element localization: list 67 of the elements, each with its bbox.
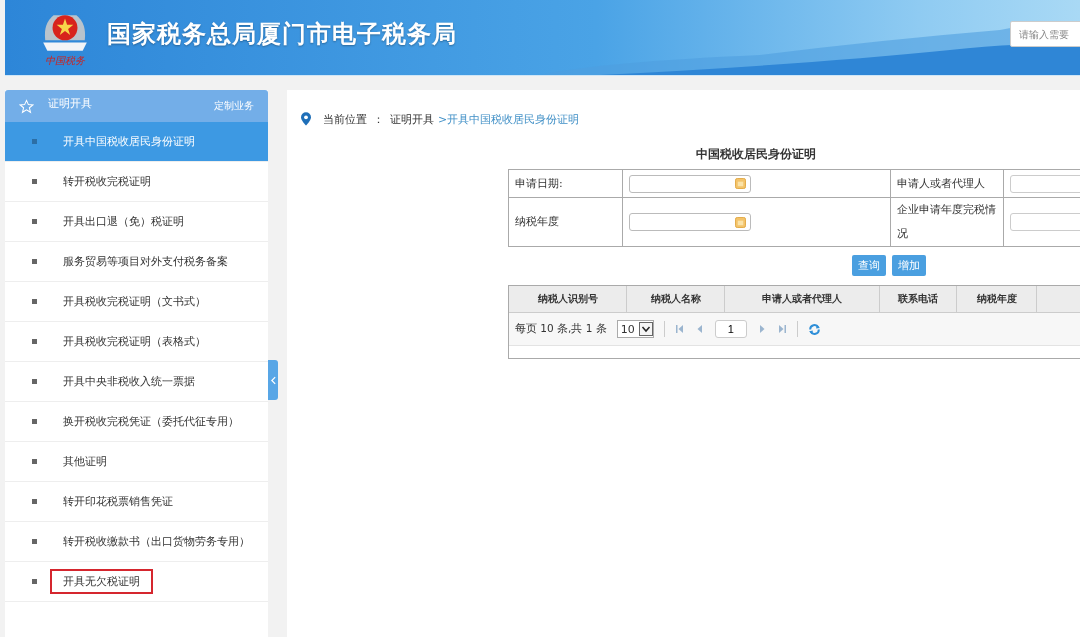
column-header: 纳税年度 <box>957 286 1037 312</box>
date-field[interactable] <box>629 213 751 231</box>
bullet-icon <box>32 459 37 464</box>
item-label: 开具税收完税证明（表格式） <box>62 334 207 350</box>
sidebar-item[interactable]: 开具税收完税证明（表格式） <box>5 322 268 362</box>
page-number-field[interactable]: 1 <box>714 320 747 338</box>
breadcrumb-link[interactable]: 证明开具 <box>390 111 434 127</box>
collapse-handle[interactable] <box>268 360 278 400</box>
bullet-icon <box>32 419 37 424</box>
bullet-icon <box>32 379 37 384</box>
sidebar-item[interactable]: 转开税收缴款书（出口货物劳务专用） <box>5 522 268 562</box>
logo-caption: 中国税务 <box>45 54 85 67</box>
calendar-icon <box>735 178 746 189</box>
bullet-icon <box>32 499 37 504</box>
bullet-icon <box>32 219 37 224</box>
item-label: 开具出口退（免）税证明 <box>62 214 185 230</box>
site-title: 国家税务总局厦门市电子税务局 <box>107 18 458 50</box>
bullet-icon <box>32 539 37 544</box>
sidebar-item[interactable]: 转开印花税票销售凭证 <box>5 482 268 522</box>
item-label: 转开税收完税证明 <box>62 174 152 190</box>
dropdown-icon <box>638 322 653 336</box>
field-label: 企业申请年度完税情况 <box>891 198 1004 247</box>
field-label: 申请人或者代理人 <box>891 170 1004 198</box>
bullet-icon <box>32 579 37 584</box>
breadcrumb-label: 当前位置 <box>323 111 367 127</box>
sidebar-item[interactable]: 换开税收完税凭证（委托代征专用） <box>5 402 268 442</box>
field-label: 纳税年度 <box>509 198 623 247</box>
sidebar-item[interactable]: 开具出口退（免）税证明 <box>5 202 268 242</box>
item-label: 开具中央非税收入统一票据 <box>62 374 196 390</box>
sidebar-item[interactable]: 服务贸易等项目对外支付税务备案 <box>5 242 268 282</box>
page-summary: 每页 10 条,共 1 条 <box>515 322 607 336</box>
page-size-select[interactable]: 10 <box>616 320 654 338</box>
column-header: 申请人或者代理人 <box>725 286 880 312</box>
breadcrumb-current: >开具中国税收居民身份证明 <box>438 111 580 127</box>
bullet-icon <box>32 139 37 144</box>
sidebar-item[interactable]: 开具无欠税证明 <box>5 562 268 602</box>
breadcrumb-separator: ： <box>373 111 384 127</box>
item-label: 换开税收完税凭证（委托代征专用） <box>62 414 240 430</box>
item-label: 转开税收缴款书（出口货物劳务专用） <box>62 534 251 550</box>
search-field[interactable]: 请输入需要 <box>1010 21 1080 47</box>
location-pin-icon <box>301 112 311 126</box>
item-label: 开具税收完税证明（文书式） <box>62 294 207 310</box>
column-header: 纳税人识别号 <box>509 286 627 312</box>
bullet-icon <box>32 259 37 264</box>
sidebar-item[interactable]: 其他证明 <box>5 442 268 482</box>
field-label: 申请日期: <box>509 170 623 198</box>
sidebar-title: 证明开具 <box>48 95 93 111</box>
calendar-icon <box>735 216 746 228</box>
item-label: 服务贸易等项目对外支付税务备案 <box>62 254 229 270</box>
chevron-left-icon <box>270 375 276 385</box>
item-label: 开具无欠税证明 <box>50 569 153 594</box>
form-title: 中国税收居民身份证明 <box>696 146 817 163</box>
bullet-icon <box>32 299 37 304</box>
bullet-icon <box>32 339 37 344</box>
column-header: 纳税人名称 <box>627 286 725 312</box>
item-label: 转开印花税票销售凭证 <box>62 494 174 510</box>
column-header: 联系电话 <box>880 286 957 312</box>
date-field[interactable] <box>629 174 751 193</box>
sidebar-item[interactable]: 开具税收完税证明（文书式） <box>5 282 268 322</box>
star-icon <box>19 98 34 114</box>
refresh-icon[interactable] <box>807 322 821 336</box>
last-page-icon[interactable] <box>776 324 787 334</box>
bullet-icon <box>32 179 37 184</box>
sidebar-item[interactable]: 转开税收完税证明 <box>5 162 268 202</box>
item-label: 开具中国税收居民身份证明 <box>62 134 196 150</box>
first-page-icon[interactable] <box>674 324 685 334</box>
item-label: 其他证明 <box>62 454 108 470</box>
